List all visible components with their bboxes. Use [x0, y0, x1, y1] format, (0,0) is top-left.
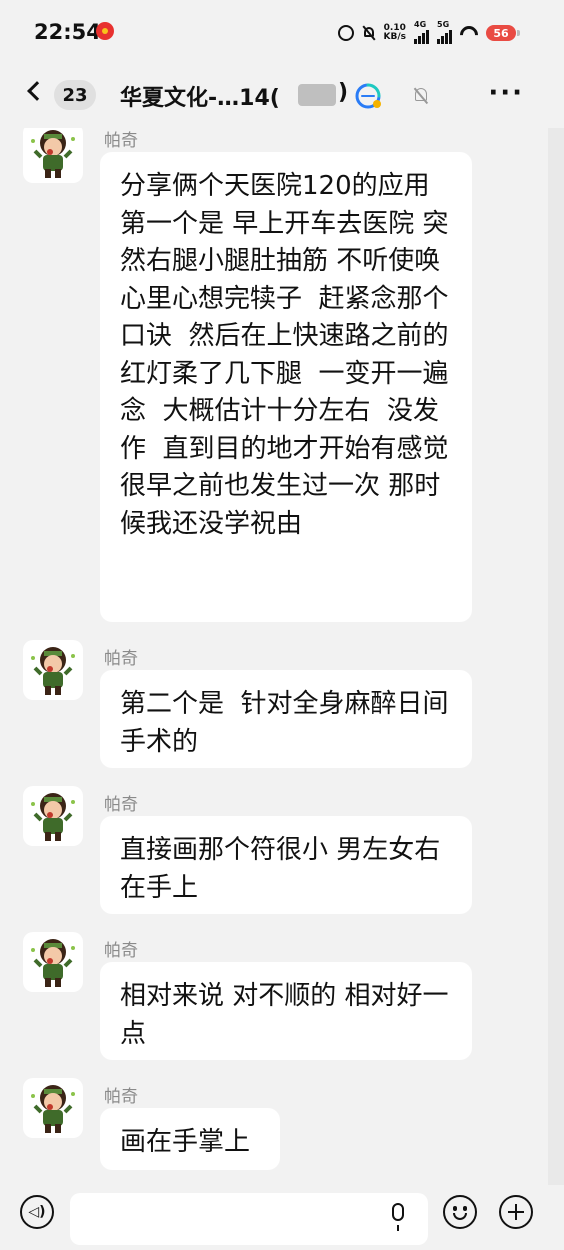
sender-name: 帕奇 — [104, 649, 138, 669]
message-input[interactable] — [70, 1193, 428, 1245]
avatar[interactable] — [23, 128, 83, 183]
redacted-title-part — [298, 84, 336, 106]
message-bubble[interactable]: 画在手掌上 — [100, 1108, 280, 1170]
scrollbar[interactable] — [548, 128, 564, 1185]
emoji-button[interactable] — [443, 1195, 477, 1229]
status-bar: 22:54 0.10 KB/s 4G 5G 56 — [0, 0, 564, 66]
message-bubble[interactable]: 相对来说 对不顺的 相对好一点 — [100, 962, 472, 1060]
net-speed-unit: KB/s — [383, 32, 406, 42]
voice-input-button[interactable]: ◁) — [20, 1195, 54, 1229]
status-icons: 0.10 KB/s 4G 5G 56 — [337, 20, 520, 44]
signal-label-5g: 5G — [437, 20, 450, 29]
battery-level: 56 — [493, 26, 509, 40]
ai-assistant-icon[interactable] — [354, 82, 382, 110]
chat-title-tail: ) — [338, 80, 349, 105]
signal-icon-2: 5G — [437, 20, 452, 44]
message-bubble[interactable]: 直接画那个符很小 男左女右在手上 — [100, 816, 472, 914]
signal-label-4g: 4G — [414, 20, 427, 29]
message-list[interactable]: 帕奇 分享俩个天医院120的应用 第一个是 早上开车去医院 突然右腿小腿肚抽筋 … — [0, 128, 548, 1185]
more-options-icon[interactable]: ··· — [488, 78, 524, 108]
avatar[interactable] — [23, 640, 83, 700]
mute-icon — [362, 25, 376, 41]
chat-header: 23 华夏文化-…14( ) ··· — [0, 66, 564, 128]
avatar[interactable] — [23, 1078, 83, 1138]
message-bubble[interactable]: 第二个是 针对全身麻醉日间手术的 — [100, 670, 472, 768]
wifi-icon — [460, 26, 478, 40]
sender-name: 帕奇 — [104, 1087, 138, 1107]
sender-name: 帕奇 — [104, 795, 138, 815]
back-arrow-icon[interactable] — [27, 81, 47, 101]
more-actions-button[interactable] — [499, 1195, 533, 1229]
sender-name: 帕奇 — [104, 941, 138, 961]
unread-badge[interactable]: 23 — [54, 80, 96, 110]
input-bar: ◁) — [0, 1185, 564, 1250]
chat-title[interactable]: 华夏文化-…14( — [120, 80, 280, 112]
signal-icon: 4G — [414, 20, 429, 44]
sender-name: 帕奇 — [104, 131, 138, 151]
message-bubble[interactable]: 分享俩个天医院120的应用 第一个是 早上开车去医院 突然右腿小腿肚抽筋 不听使… — [100, 152, 472, 622]
avatar[interactable] — [23, 932, 83, 992]
avatar[interactable] — [23, 786, 83, 846]
weibo-icon — [96, 22, 114, 40]
status-time: 22:54 — [34, 20, 101, 44]
alarm-icon — [337, 25, 354, 41]
microphone-icon[interactable] — [392, 1203, 404, 1231]
net-speed: 0.10 KB/s — [384, 24, 406, 42]
battery-icon: 56 — [486, 25, 520, 41]
notification-muted-icon[interactable] — [414, 88, 428, 104]
